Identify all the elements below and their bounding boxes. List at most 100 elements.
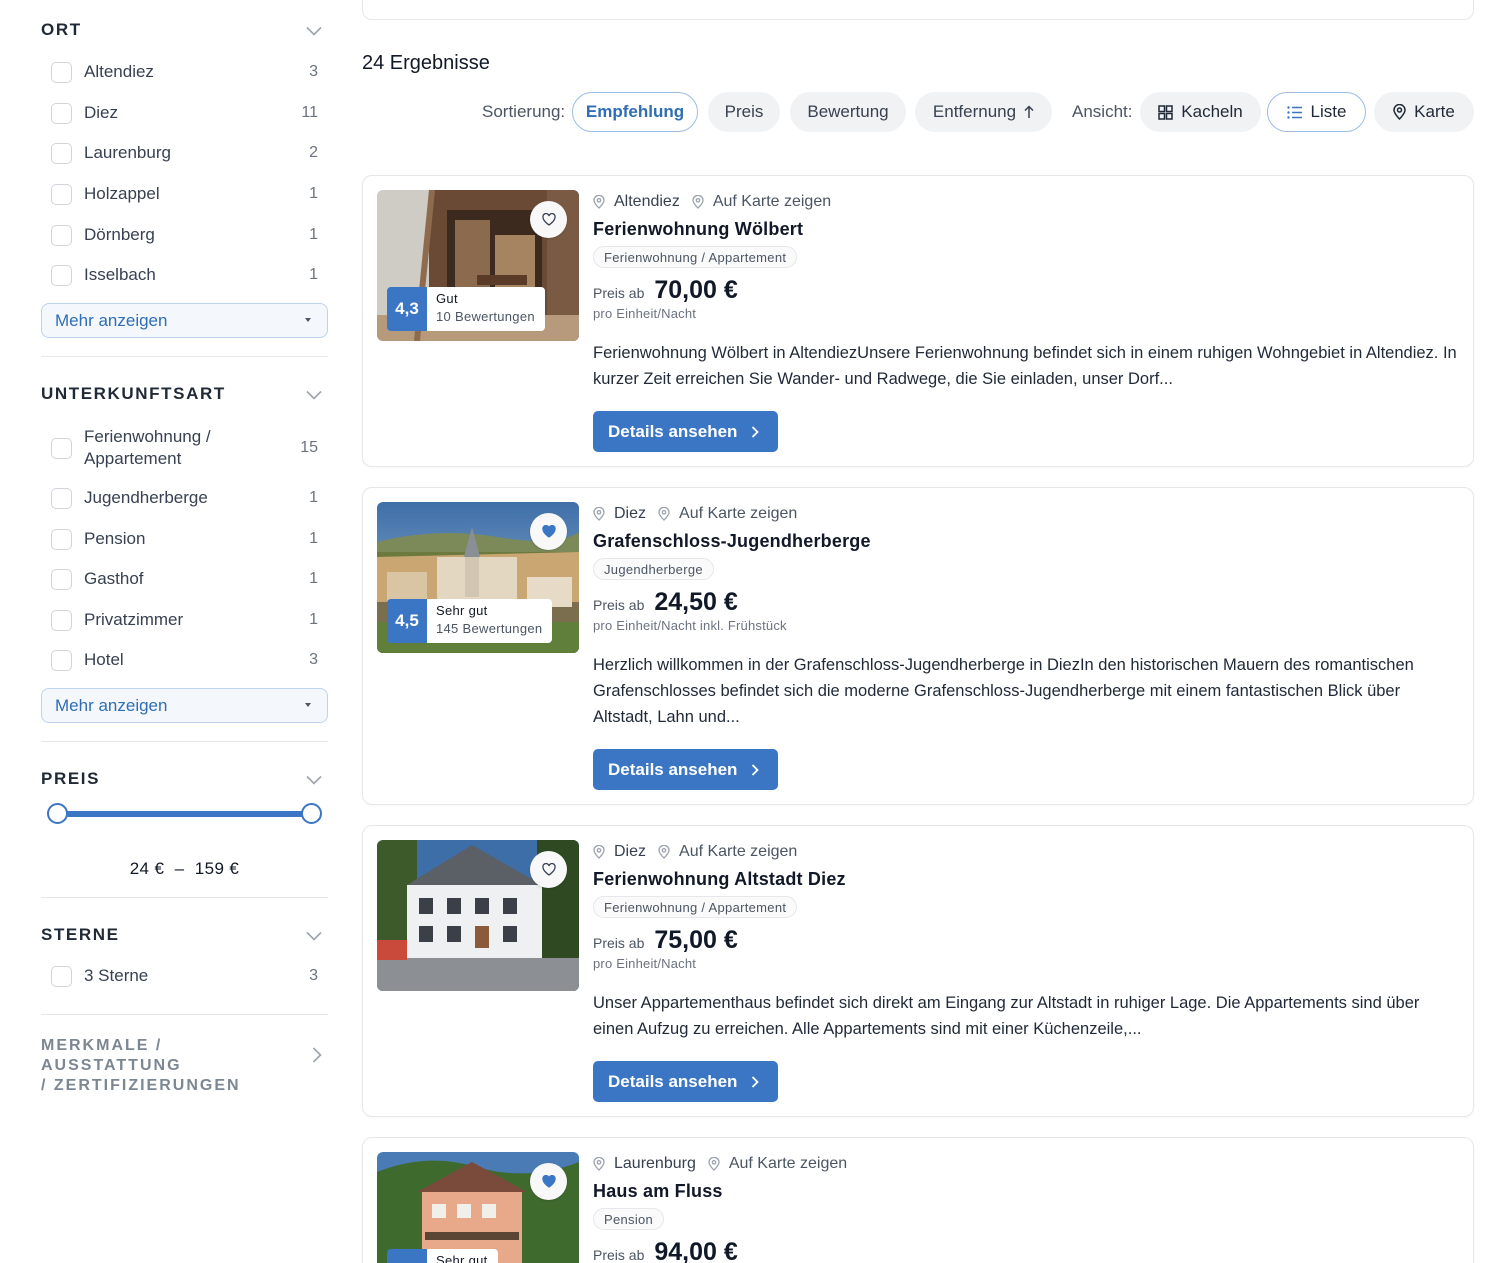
filter-title-unterkunftsart[interactable]: UNTERKUNFTSART bbox=[41, 384, 226, 404]
filter-option-laurenburg[interactable]: Laurenburg 2 bbox=[51, 141, 328, 165]
filter-option-hotel[interactable]: Hotel 3 bbox=[51, 648, 328, 672]
option-label: Pension bbox=[84, 529, 146, 548]
filter-option-isselbach[interactable]: Isselbach 1 bbox=[51, 263, 328, 287]
merkmale-line2: / ZERTIFIZIERUNGEN bbox=[41, 1077, 241, 1094]
listing-title[interactable]: Ferienwohnung Altstadt Diez bbox=[593, 869, 846, 890]
filter-title-ort[interactable]: ORT bbox=[41, 20, 82, 40]
filter-option-ferienwohnung[interactable]: Ferienwohnung / Appartement 15 bbox=[51, 426, 328, 470]
chevron-down-icon[interactable] bbox=[306, 931, 322, 941]
checkbox[interactable] bbox=[51, 568, 72, 590]
view-liste-button[interactable]: Liste bbox=[1267, 92, 1366, 132]
chevron-right-icon[interactable] bbox=[312, 1047, 322, 1068]
view-label: Ansicht: bbox=[1072, 102, 1133, 121]
option-label: Dörnberg bbox=[84, 225, 155, 244]
filter-option-diez[interactable]: Diez 11 bbox=[51, 101, 328, 125]
option-count: 11 bbox=[301, 104, 318, 121]
price-row: Preis ab 75,00 € bbox=[593, 926, 738, 955]
listing-title[interactable]: Haus am Fluss bbox=[593, 1181, 723, 1202]
option-count: 1 bbox=[309, 570, 318, 587]
listing-title[interactable]: Ferienwohnung Wölbert bbox=[593, 219, 803, 240]
chevron-down-icon[interactable] bbox=[306, 390, 322, 400]
filter-option-holzappel[interactable]: Holzappel 1 bbox=[51, 182, 328, 206]
listing-description: Ferienwohnung Wölbert in AltendiezUnsere… bbox=[593, 344, 1457, 388]
search-field[interactable] bbox=[362, 0, 1474, 20]
checkbox[interactable] bbox=[51, 102, 72, 124]
details-button[interactable]: Details ansehen bbox=[593, 411, 778, 452]
show-on-map-link[interactable]: Auf Karte zeigen bbox=[684, 193, 831, 211]
filter-option-gasthof[interactable]: Gasthof 1 bbox=[51, 567, 328, 591]
checkbox[interactable] bbox=[51, 609, 72, 631]
favorite-button[interactable] bbox=[530, 851, 567, 888]
favorite-button[interactable] bbox=[530, 1163, 567, 1200]
filter-option-altendiez[interactable]: Altendiez 3 bbox=[51, 60, 328, 84]
option-label: Altendiez bbox=[84, 62, 154, 81]
listing-image[interactable] bbox=[377, 840, 579, 991]
listing-title[interactable]: Grafenschloss-Jugendherberge bbox=[593, 531, 871, 552]
show-more-button[interactable]: Mehr anzeigen bbox=[41, 303, 328, 338]
sort-empfehlung-button[interactable]: Empfehlung bbox=[572, 92, 698, 132]
checkbox[interactable] bbox=[51, 264, 72, 286]
price-slider-min-handle[interactable] bbox=[46, 803, 68, 824]
favorite-button[interactable] bbox=[530, 513, 567, 550]
checkbox[interactable] bbox=[51, 649, 72, 671]
rating-score: 4,3 bbox=[387, 287, 427, 331]
chevron-down-icon[interactable] bbox=[306, 775, 322, 785]
details-button[interactable]: Details ansehen bbox=[593, 1061, 778, 1102]
view-karte-button[interactable]: Karte bbox=[1374, 92, 1474, 132]
sort-entfernung-button[interactable]: Entfernung bbox=[915, 92, 1052, 132]
checkbox[interactable] bbox=[51, 437, 72, 459]
checkbox[interactable] bbox=[51, 142, 72, 164]
details-button[interactable]: Details ansehen bbox=[593, 749, 778, 790]
filter-title-sterne[interactable]: STERNE bbox=[41, 925, 120, 945]
map-pin-icon bbox=[593, 1157, 605, 1171]
sort-bewertung-button[interactable]: Bewertung bbox=[790, 92, 906, 132]
filter-option-3-sterne[interactable]: 3 Sterne 3 bbox=[51, 964, 328, 988]
show-on-map-link[interactable]: Auf Karte zeigen bbox=[650, 505, 797, 523]
option-count: 1 bbox=[309, 611, 318, 628]
filter-section-merkmale[interactable]: MERKMALE / AUSSTATTUNG / ZERTIFIZIERUNGE… bbox=[41, 1015, 328, 1095]
price-prefix: Preis ab bbox=[593, 597, 645, 613]
checkbox[interactable] bbox=[51, 224, 72, 246]
rating-text: Gut 10 Bewertungen bbox=[427, 287, 545, 331]
location-row: Diez Auf Karte zeigen bbox=[593, 503, 797, 525]
location-name: Diez bbox=[614, 505, 647, 522]
show-more-button[interactable]: Mehr anzeigen bbox=[41, 688, 328, 723]
option-label: Gasthof bbox=[84, 569, 144, 588]
chevron-down-icon[interactable] bbox=[306, 26, 322, 36]
filter-section-unterkunftsart: UNTERKUNFTSART Ferienwohnung / Apparteme… bbox=[41, 357, 328, 742]
listing-image[interactable]: 4,3 Gut 10 Bewertungen bbox=[377, 190, 579, 341]
favorite-button[interactable] bbox=[530, 201, 567, 238]
price-slider-max-handle[interactable] bbox=[300, 803, 322, 824]
checkbox[interactable] bbox=[51, 528, 72, 550]
filter-title-preis[interactable]: PREIS bbox=[41, 769, 100, 789]
option-label: Privatzimmer bbox=[84, 610, 184, 629]
listing-image[interactable]: Sehr gut bbox=[377, 1152, 579, 1263]
filter-option-jugendherberge[interactable]: Jugendherberge 1 bbox=[51, 486, 328, 510]
checkbox[interactable] bbox=[51, 61, 72, 83]
checkbox[interactable] bbox=[51, 487, 72, 509]
option-count: 1 bbox=[309, 226, 318, 243]
accommodation-type-tag: Pension bbox=[593, 1208, 665, 1230]
filter-option-pension[interactable]: Pension 1 bbox=[51, 527, 328, 551]
price-value: 24,50 € bbox=[654, 588, 738, 616]
heart-filled-icon bbox=[541, 1175, 556, 1188]
view-option-label: Kacheln bbox=[1181, 102, 1243, 121]
checkbox[interactable] bbox=[51, 183, 72, 205]
accommodation-type-tag: Jugendherberge bbox=[593, 558, 714, 580]
sort-label: Sortierung: bbox=[482, 102, 566, 121]
show-on-map-link[interactable]: Auf Karte zeigen bbox=[700, 1155, 847, 1173]
checkbox[interactable] bbox=[51, 965, 72, 987]
view-option-label: Liste bbox=[1310, 102, 1347, 121]
filter-option-privatzimmer[interactable]: Privatzimmer 1 bbox=[51, 608, 328, 632]
option-label: 3 Sterne bbox=[84, 966, 149, 985]
listing-image[interactable]: 4,5 Sehr gut 145 Bewertungen bbox=[377, 502, 579, 653]
show-on-map-link[interactable]: Auf Karte zeigen bbox=[650, 843, 797, 861]
price-slider-track[interactable] bbox=[57, 811, 311, 817]
price-unit: pro Einheit/Nacht inkl. Frühstück bbox=[593, 618, 787, 633]
filter-option-doernberg[interactable]: Dörnberg 1 bbox=[51, 223, 328, 247]
view-kacheln-button[interactable]: Kacheln bbox=[1140, 92, 1261, 132]
filter-title-merkmale[interactable]: MERKMALE / AUSSTATTUNG / ZERTIFIZIERUNGE… bbox=[41, 1036, 291, 1096]
caret-down-icon bbox=[305, 703, 311, 707]
rating-count: 145 Bewertungen bbox=[436, 621, 543, 636]
sort-preis-button[interactable]: Preis bbox=[708, 92, 780, 132]
